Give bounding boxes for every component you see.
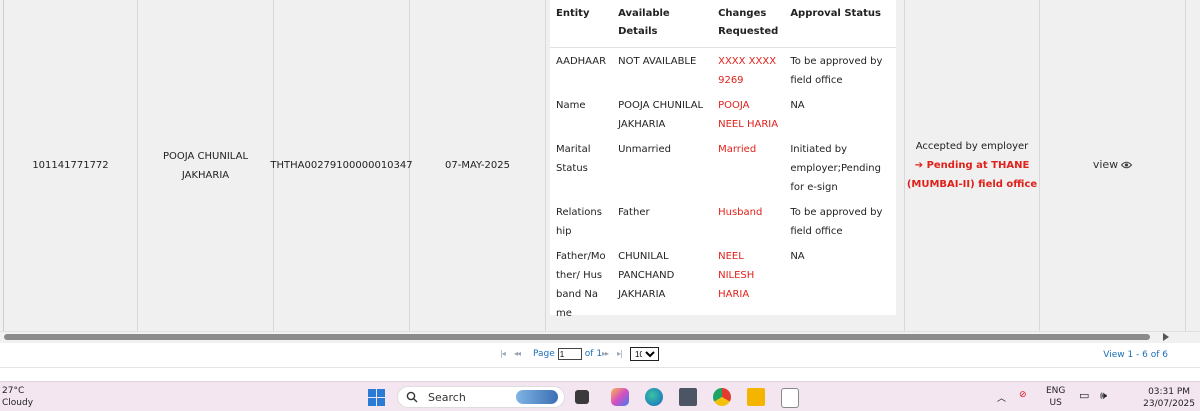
file-explorer-icon[interactable] bbox=[747, 388, 765, 406]
weather-condition: Cloudy bbox=[2, 398, 34, 408]
search-placeholder: Search bbox=[428, 390, 466, 404]
monitor-icon[interactable]: ▭ bbox=[1079, 389, 1089, 402]
rows-per-page-select[interactable]: 10 bbox=[630, 347, 659, 361]
grid-row: 101141771772 POOJA CHUNILAL JAKHARIA THT… bbox=[0, 0, 1200, 331]
member-name-line1: POOJA CHUNILAL bbox=[162, 150, 249, 162]
status-pending: ➔ Pending at THANE bbox=[914, 160, 1030, 171]
member-name-cell: POOJA CHUNILAL JAKHARIA bbox=[138, 0, 274, 331]
security-icon[interactable]: ⊘ bbox=[1019, 390, 1027, 400]
temperature: 27°C bbox=[2, 386, 25, 396]
last-page-icon[interactable]: ▸| bbox=[617, 349, 623, 358]
language-indicator[interactable]: ENG US bbox=[1046, 385, 1065, 409]
entity-cell: Father/Mother/ Husband Name bbox=[556, 251, 606, 319]
copilot-icon[interactable] bbox=[611, 388, 629, 406]
table-row: Name POOJA CHUNILAL JAKHARIA POOJA NEEL … bbox=[550, 92, 896, 136]
view-link[interactable]: view bbox=[1092, 155, 1133, 176]
status-cell: To be approved by field office bbox=[790, 56, 883, 86]
keyboard-layout: US bbox=[1049, 398, 1062, 408]
first-page-icon[interactable]: |◂ bbox=[500, 349, 506, 358]
status-cell: To be approved by field office bbox=[790, 207, 883, 237]
establishment-id-cell: THTHA00279100000010347 bbox=[270, 0, 413, 331]
changes-cell: NEEL NILESH HARIA bbox=[718, 251, 755, 300]
request-status-cell: Accepted by employer ➔ Pending at THANE … bbox=[905, 0, 1040, 331]
pager: |◂ ◂◂ Page of 1 ▸▸ ▸| 10 View 1 - 6 of 6 bbox=[0, 343, 1200, 368]
available-cell: Father bbox=[618, 207, 650, 218]
entity-cell: Relationship bbox=[556, 207, 602, 237]
clock-time: 03:31 PM bbox=[1148, 387, 1191, 397]
entity-cell: AADHAAR bbox=[556, 56, 607, 67]
changes-cell: XXXX XXXX 9269 bbox=[718, 56, 777, 86]
available-cell: NOT AVAILABLE bbox=[618, 56, 697, 67]
detail-header-row: Entity Available Details Changes Request… bbox=[550, 0, 896, 48]
table-row: Father/Mother/ Husband Name CHUNILAL PAN… bbox=[550, 243, 896, 325]
member-name-line2: JAKHARIA bbox=[181, 169, 230, 181]
view-cell: view bbox=[1040, 0, 1186, 331]
scroll-right-arrow-icon[interactable] bbox=[1163, 333, 1169, 341]
entity-cell: Name bbox=[556, 100, 586, 111]
request-date: 07-MAY-2025 bbox=[444, 160, 510, 171]
prev-page-icon[interactable]: ◂◂ bbox=[514, 349, 521, 358]
changes-cell: Husband bbox=[718, 207, 763, 218]
notepad-icon[interactable] bbox=[781, 388, 799, 408]
calculator-icon[interactable] bbox=[679, 388, 697, 406]
changes-cell: Married bbox=[718, 144, 757, 155]
request-date-cell: 07-MAY-2025 bbox=[410, 0, 546, 331]
detail-table-container: Entity Available Details Changes Request… bbox=[550, 0, 896, 319]
view-records-info: View 1 - 6 of 6 bbox=[1103, 350, 1168, 360]
member-id: 101141771772 bbox=[32, 160, 109, 171]
table-row: AADHAAR NOT AVAILABLE XXXX XXXX 9269 To … bbox=[550, 48, 896, 93]
header-available-details: Available Details bbox=[612, 0, 713, 48]
status-cell: Initiated by employer;Pending for e-sign bbox=[790, 144, 881, 193]
header-approval-status: Approval Status bbox=[784, 0, 896, 48]
available-cell: CHUNILAL PANCHAND JAKHARIA bbox=[618, 251, 675, 300]
row-tail bbox=[1186, 0, 1200, 331]
edge-browser-icon[interactable] bbox=[645, 388, 663, 406]
language-code: ENG bbox=[1046, 386, 1066, 396]
next-page-icon[interactable]: ▸▸ bbox=[602, 349, 609, 358]
weather-widget[interactable]: 27°C Cloudy bbox=[2, 385, 33, 409]
search-highlight-icon bbox=[516, 390, 558, 404]
view-label: view bbox=[1092, 158, 1119, 172]
page-input[interactable] bbox=[557, 348, 582, 360]
taskbar-search[interactable]: Search bbox=[397, 386, 565, 408]
clock[interactable]: 03:31 PM 23/07/2025 bbox=[1143, 386, 1195, 410]
chevron-up-icon[interactable]: ︿ bbox=[997, 391, 1006, 404]
header-changes-requested: Changes Requested bbox=[712, 0, 785, 48]
page-indicator: Page of 1 bbox=[533, 348, 602, 360]
available-cell: POOJA CHUNILAL JAKHARIA bbox=[618, 100, 704, 130]
establishment-id: THTHA00279100000010347 bbox=[270, 160, 413, 171]
status-accepted: Accepted by employer bbox=[915, 141, 1029, 152]
member-id-cell: 101141771772 bbox=[4, 0, 138, 331]
changes-cell: POOJA NEEL HARIA bbox=[718, 100, 779, 130]
clock-date: 23/07/2025 bbox=[1143, 399, 1195, 409]
eye-icon bbox=[1121, 162, 1133, 169]
volume-icon[interactable]: 🕪 bbox=[1100, 389, 1107, 403]
status-cell: NA bbox=[790, 100, 805, 111]
scrollbar-thumb[interactable] bbox=[4, 334, 1150, 340]
status-cell: NA bbox=[790, 251, 805, 262]
available-cell: Unmarried bbox=[618, 144, 671, 155]
status-office: (MUMBAI-II) field office bbox=[906, 179, 1038, 190]
windows-start-icon[interactable] bbox=[368, 389, 385, 406]
search-icon bbox=[406, 391, 418, 403]
page-total: of 1 bbox=[584, 349, 603, 359]
page-label: Page bbox=[533, 349, 555, 359]
header-entity: Entity bbox=[550, 0, 613, 48]
chrome-icon[interactable] bbox=[713, 388, 731, 406]
taskbar: 27°C Cloudy Search ︿ ⊘ ENG US ▭ 🕪 03:31 … bbox=[0, 381, 1200, 411]
table-row: Relationship Father Husband To be approv… bbox=[550, 199, 896, 243]
details-cell: Entity Available Details Changes Request… bbox=[546, 0, 905, 331]
horizontal-scrollbar[interactable] bbox=[0, 331, 1200, 343]
entity-cell: Marital Status bbox=[556, 144, 591, 174]
table-row: Marital Status Unmarried Married Initiat… bbox=[550, 136, 896, 199]
task-view-icon[interactable] bbox=[575, 390, 589, 404]
detail-table: Entity Available Details Changes Request… bbox=[550, 0, 896, 325]
